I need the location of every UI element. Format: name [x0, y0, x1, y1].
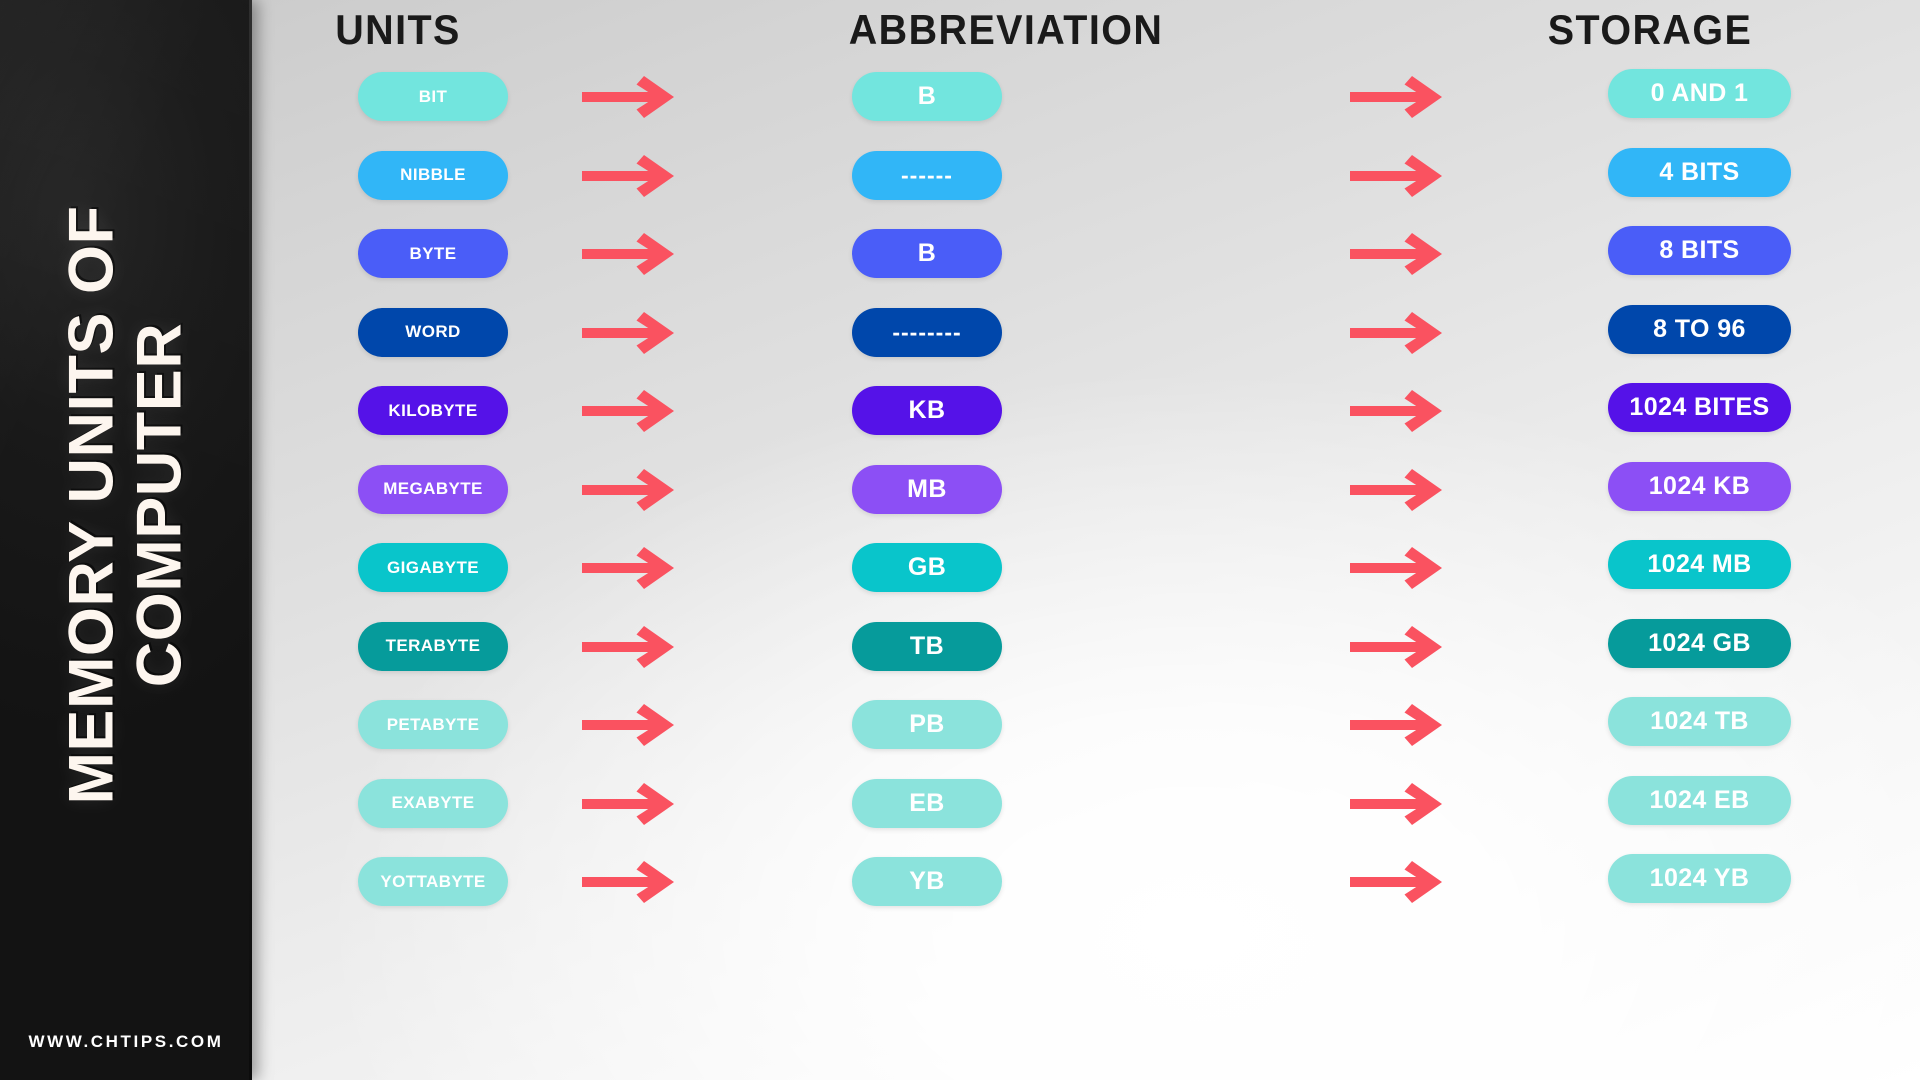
- storage-pill[interactable]: 1024 GB: [1608, 618, 1791, 668]
- arrow-right-icon: [1350, 781, 1446, 827]
- arrow-right-icon: [582, 781, 678, 827]
- table-row: YOTTABYTE YB 1024 YB: [252, 854, 1920, 953]
- unit-pill[interactable]: EXABYTE: [358, 778, 508, 828]
- rows-container: BIT B 0 AND 1 NIBBLE ------ 4 BITS BYTE B 8 BITS…: [0, 0, 1920, 1080]
- abbreviation-label: YB: [909, 867, 945, 895]
- unit-pill[interactable]: WORD: [358, 307, 508, 357]
- arrow-right-icon: [582, 545, 678, 591]
- storage-pill[interactable]: 1024 BITES: [1608, 383, 1791, 432]
- unit-pill[interactable]: NIBBLE: [358, 150, 508, 200]
- storage-pill[interactable]: 4 BITS: [1608, 147, 1791, 197]
- unit-label: MEGABYTE: [383, 479, 483, 498]
- storage-pill[interactable]: 1024 TB: [1608, 697, 1791, 746]
- storage-label: 1024 EB: [1649, 785, 1750, 814]
- storage-pill[interactable]: 0 AND 1: [1608, 69, 1791, 118]
- storage-label: 1024 TB: [1650, 707, 1749, 735]
- abbreviation-pill[interactable]: YB: [852, 857, 1002, 906]
- arrow-right-icon: [582, 467, 678, 513]
- arrow-right-icon: [1350, 153, 1446, 199]
- abbreviation-label: --------: [892, 318, 962, 345]
- abbreviation-label: PB: [909, 710, 945, 738]
- unit-label: GIGABYTE: [387, 557, 479, 577]
- abbreviation-label: KB: [908, 396, 946, 424]
- storage-label: 8 BITS: [1659, 236, 1740, 264]
- arrow-right-icon: [1350, 702, 1446, 748]
- abbreviation-pill[interactable]: PB: [852, 700, 1002, 749]
- abbreviation-label: ------: [901, 161, 953, 188]
- infographic-poster: MEMORY UNITS OF COMPUTER WWW.CHTIPS.COM …: [0, 0, 1920, 1080]
- unit-label: PETABYTE: [386, 714, 480, 734]
- unit-pill[interactable]: TERABYTE: [358, 621, 508, 671]
- abbreviation-pill[interactable]: B: [852, 229, 1002, 278]
- abbreviation-pill[interactable]: --------: [852, 307, 1002, 357]
- unit-label: YOTTABYTE: [380, 871, 486, 891]
- unit-label: TERABYTE: [385, 636, 481, 655]
- unit-pill[interactable]: KILOBYTE: [358, 386, 508, 435]
- arrow-right-icon: [1350, 388, 1446, 434]
- storage-label: 4 BITS: [1659, 157, 1740, 186]
- abbreviation-pill[interactable]: B: [852, 72, 1002, 121]
- storage-pill[interactable]: 8 TO 96: [1608, 304, 1791, 354]
- arrow-right-icon: [582, 702, 678, 748]
- unit-label: KILOBYTE: [388, 400, 478, 420]
- unit-label: NIBBLE: [400, 165, 466, 184]
- storage-label: 1024 YB: [1649, 864, 1750, 892]
- abbreviation-label: MB: [907, 474, 947, 503]
- arrow-right-icon: [582, 388, 678, 434]
- arrow-right-icon: [1350, 859, 1446, 905]
- abbreviation-pill[interactable]: TB: [852, 621, 1002, 671]
- arrow-right-icon: [1350, 74, 1446, 120]
- unit-pill[interactable]: PETABYTE: [358, 700, 508, 749]
- unit-label: WORD: [405, 322, 461, 341]
- arrow-right-icon: [1350, 545, 1446, 591]
- arrow-right-icon: [582, 310, 678, 356]
- unit-pill[interactable]: BIT: [358, 72, 508, 121]
- arrow-right-icon: [1350, 231, 1446, 277]
- abbreviation-pill[interactable]: EB: [852, 778, 1002, 828]
- storage-label: 1024 KB: [1648, 471, 1751, 500]
- unit-pill[interactable]: BYTE: [358, 229, 508, 278]
- unit-label: EXABYTE: [391, 793, 475, 812]
- abbreviation-pill[interactable]: ------: [852, 150, 1002, 200]
- storage-label: 1024 GB: [1648, 628, 1751, 657]
- arrow-right-icon: [582, 231, 678, 277]
- storage-label: 0 AND 1: [1650, 79, 1749, 107]
- storage-pill[interactable]: 1024 KB: [1608, 461, 1791, 511]
- unit-pill[interactable]: GIGABYTE: [358, 543, 508, 592]
- arrow-right-icon: [1350, 310, 1446, 356]
- abbreviation-pill[interactable]: MB: [852, 464, 1002, 514]
- arrow-right-icon: [1350, 467, 1446, 513]
- abbreviation-label: EB: [909, 788, 945, 817]
- storage-pill[interactable]: 1024 MB: [1608, 540, 1791, 589]
- arrow-right-icon: [582, 859, 678, 905]
- abbreviation-pill[interactable]: KB: [852, 386, 1002, 435]
- storage-label: 8 TO 96: [1653, 314, 1746, 343]
- abbreviation-label: GB: [907, 553, 947, 581]
- abbreviation-pill[interactable]: GB: [852, 543, 1002, 592]
- arrow-right-icon: [582, 624, 678, 670]
- unit-pill[interactable]: YOTTABYTE: [358, 857, 508, 906]
- storage-pill[interactable]: 1024 EB: [1608, 775, 1791, 825]
- unit-pill[interactable]: MEGABYTE: [358, 464, 508, 514]
- storage-label: 1024 BITES: [1629, 393, 1770, 421]
- abbreviation-label: B: [917, 239, 937, 267]
- arrow-right-icon: [1350, 624, 1446, 670]
- unit-label: BIT: [418, 86, 448, 106]
- unit-label: BYTE: [409, 243, 457, 263]
- abbreviation-label: TB: [909, 631, 945, 660]
- arrow-right-icon: [582, 74, 678, 120]
- storage-pill[interactable]: 1024 YB: [1608, 854, 1791, 903]
- arrow-right-icon: [582, 153, 678, 199]
- abbreviation-label: B: [917, 82, 937, 110]
- storage-pill[interactable]: 8 BITS: [1608, 226, 1791, 275]
- storage-label: 1024 MB: [1647, 550, 1752, 578]
